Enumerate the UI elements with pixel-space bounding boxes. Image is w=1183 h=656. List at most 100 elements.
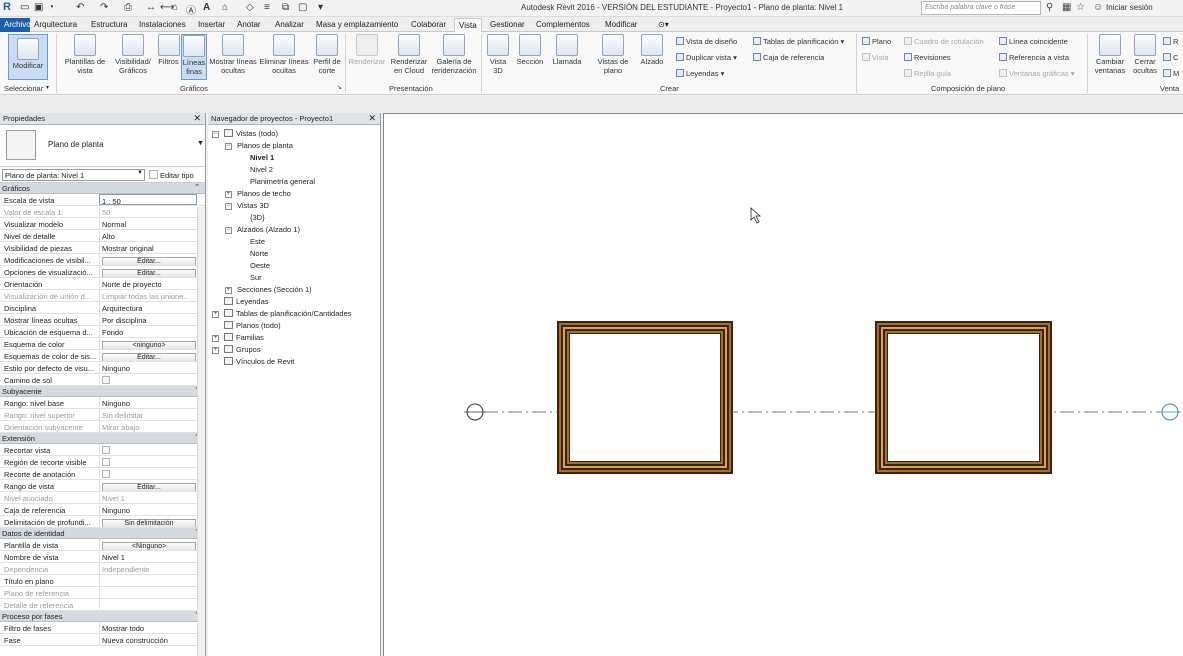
sheet-button[interactable]: Plano: [862, 37, 891, 46]
redo-icon[interactable]: ↷: [100, 2, 108, 13]
close-icon[interactable]: ✕: [368, 113, 376, 124]
collapse-toggle-icon[interactable]: −: [225, 227, 232, 234]
switch-windows-button[interactable]: Cambiar ventanas: [1092, 34, 1128, 75]
undo-icon[interactable]: ↶: [76, 2, 84, 13]
property-value[interactable]: Fondo: [99, 326, 197, 337]
section-button[interactable]: Sección: [514, 34, 546, 66]
browser-item[interactable]: Familias: [224, 333, 264, 342]
visibility-graphics-button[interactable]: Visibilidad/ Gráficos: [110, 34, 156, 75]
view-templates-button[interactable]: Plantillas de vista: [62, 34, 108, 75]
expand-toggle-icon[interactable]: +: [212, 335, 219, 342]
properties-section-header[interactable]: Subyacente⌃: [0, 386, 205, 397]
binoculars-icon[interactable]: ⚲: [1046, 2, 1053, 13]
tab-modificar[interactable]: Modificar: [601, 18, 641, 32]
graphics-panel-label[interactable]: Gráficos: [180, 84, 208, 93]
property-value[interactable]: Por disciplina: [99, 314, 197, 325]
tag-icon[interactable]: ⌂: [172, 2, 178, 13]
browser-item[interactable]: Grupos: [224, 345, 261, 354]
property-value[interactable]: [99, 575, 197, 586]
property-value[interactable]: Editar...: [99, 266, 197, 277]
property-value[interactable]: Mostrar todo: [99, 622, 197, 633]
replicate-button[interactable]: R: [1163, 37, 1178, 46]
browser-item[interactable]: Leyendas: [224, 297, 269, 306]
property-value[interactable]: Editar...: [99, 254, 197, 265]
expand-toggle-icon[interactable]: +: [225, 287, 232, 294]
cascade-button[interactable]: C: [1163, 53, 1178, 62]
cut-profile-button[interactable]: Perfil de corte: [311, 34, 343, 75]
property-checkbox[interactable]: [102, 376, 110, 384]
schedules-button[interactable]: Tablas de planificación ▾: [753, 37, 844, 46]
browser-item[interactable]: Secciones (Sección 1): [237, 285, 312, 294]
view-reference-button[interactable]: Referencia a vista: [999, 53, 1069, 62]
view-instance-select[interactable]: Plano de planta: Nivel 1: [2, 169, 145, 181]
collapse-icon[interactable]: ⌃: [194, 183, 200, 191]
property-button[interactable]: Editar...: [102, 269, 196, 277]
tab-arquitectura[interactable]: Arquitectura: [30, 18, 81, 32]
browser-item[interactable]: Tablas de planificación/Cantidades: [224, 309, 352, 318]
tab-colaborar[interactable]: Colaborar: [407, 18, 450, 32]
revisions-button[interactable]: Revisiones: [904, 53, 951, 62]
search-input[interactable]: Escriba palabra clave o frase: [921, 1, 1041, 15]
place-view-button[interactable]: Vista: [862, 53, 889, 62]
browser-item[interactable]: Este: [250, 237, 265, 246]
save-icon[interactable]: ▣: [34, 2, 43, 13]
render-button[interactable]: Renderizar: [347, 34, 387, 66]
create-panel-label[interactable]: Crear: [660, 84, 679, 93]
property-value[interactable]: Mostrar original: [99, 242, 197, 253]
callout-button[interactable]: Llamada: [549, 34, 585, 66]
browser-item[interactable]: Planos (todo): [224, 321, 281, 330]
tab-analizar[interactable]: Analizar: [271, 18, 308, 32]
browser-item[interactable]: Vistas (todo): [224, 129, 278, 138]
sheet-panel-label[interactable]: Composición de plano: [931, 84, 1005, 93]
subscription-icon[interactable]: ▦: [1062, 2, 1071, 13]
print-icon[interactable]: ⎙: [124, 2, 132, 13]
plan-views-button[interactable]: Vistas de plano: [594, 34, 632, 75]
3d-view-icon[interactable]: ⌂: [222, 2, 228, 13]
modify-button[interactable]: Modificar: [8, 34, 48, 80]
legends-button[interactable]: Leyendas ▾: [676, 69, 724, 78]
property-value[interactable]: [99, 444, 197, 455]
section-icon[interactable]: ◇: [246, 2, 254, 13]
tab-vista[interactable]: Vista: [454, 18, 482, 32]
filters-button[interactable]: Filtros: [155, 34, 182, 66]
browser-item[interactable]: Alzados (Alzado 1): [237, 225, 300, 234]
browser-item[interactable]: Nivel 1: [250, 153, 274, 162]
tab-estructura[interactable]: Estructura: [87, 18, 131, 32]
property-value[interactable]: Alto: [99, 230, 197, 241]
property-value[interactable]: [99, 456, 197, 467]
property-checkbox[interactable]: [102, 446, 110, 454]
edit-type-button[interactable]: Editar tipo: [149, 170, 194, 180]
expand-toggle-icon[interactable]: +: [212, 311, 219, 318]
revit-logo-icon[interactable]: R: [3, 1, 11, 13]
property-value[interactable]: Normal: [99, 218, 197, 229]
duplicate-view-button[interactable]: Duplicar vista ▾: [676, 53, 737, 62]
tab-archivo[interactable]: Archivo: [0, 18, 31, 32]
contextual-tab-dropdown-icon[interactable]: ⊙▾: [654, 18, 673, 32]
customize-toolbar-icon[interactable]: ▾: [318, 2, 323, 13]
browser-item[interactable]: Oeste: [250, 261, 270, 270]
property-value[interactable]: Ninguno: [99, 362, 197, 373]
property-button[interactable]: <Ninguno>: [102, 542, 196, 550]
chevron-down-icon[interactable]: ▼: [197, 140, 204, 147]
3d-view-button[interactable]: Vista 3D: [484, 34, 512, 75]
user-icon[interactable]: ☺: [1093, 2, 1103, 13]
property-value[interactable]: 1 : 50: [99, 194, 197, 205]
expand-toggle-icon[interactable]: +: [225, 191, 232, 198]
properties-section-header[interactable]: Gráficos ⌃: [0, 183, 205, 194]
text-a-icon[interactable]: A: [203, 2, 210, 13]
sync-icon[interactable]: ◔: [48, 2, 54, 13]
browser-item[interactable]: Nivel 2: [250, 165, 273, 174]
browser-item[interactable]: Vistas 3D: [237, 201, 269, 210]
room-walls-right[interactable]: [875, 321, 1052, 474]
properties-scrollbar[interactable]: [197, 207, 205, 656]
tab-instalaciones[interactable]: Instalaciones: [135, 18, 190, 32]
guide-grid-button[interactable]: Rejilla guía: [904, 69, 951, 78]
graphics-dialog-launcher-icon[interactable]: ↘: [337, 84, 342, 91]
browser-item[interactable]: {3D}: [250, 213, 265, 222]
close-icon[interactable]: ✕: [193, 113, 201, 124]
close-hidden-button[interactable]: Cerrar ocultas: [1130, 34, 1160, 75]
remove-hidden-lines-button[interactable]: Eliminar líneas ocultas: [258, 34, 310, 75]
title-block-button[interactable]: Cuadro de rotulación: [904, 37, 984, 46]
chevron-down-icon[interactable]: ▼: [137, 170, 143, 176]
close-hidden-icon[interactable]: ⧉: [282, 2, 289, 13]
